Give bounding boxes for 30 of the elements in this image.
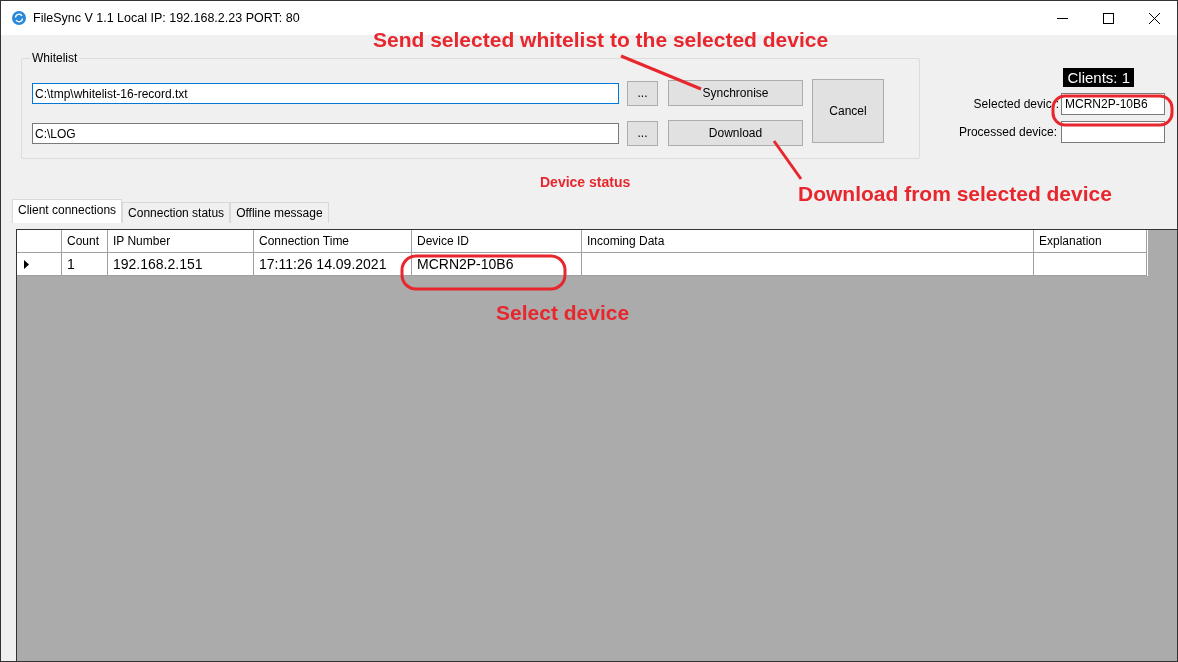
window-title: FileSync V 1.1 Local IP: 192.168.2.23 PORT: 80 bbox=[33, 11, 300, 25]
field-label: Selected devic bbox=[973, 97, 1052, 111]
device-status: Device status bbox=[540, 174, 631, 192]
tab[interactable]: Connection status bbox=[122, 202, 231, 223]
table-cell: 1 bbox=[62, 253, 108, 276]
tab[interactable]: Client connections bbox=[12, 199, 123, 223]
annotation-text: Send selected whitelist to the selected device bbox=[373, 28, 829, 52]
action-button[interactable]: Download bbox=[668, 120, 803, 146]
browse-button[interactable]: ... bbox=[627, 80, 658, 106]
row-header[interactable] bbox=[17, 253, 62, 276]
current-row-icon bbox=[24, 259, 29, 269]
clients-count: Clients: 1 bbox=[1063, 68, 1134, 87]
group-label: Whitelist bbox=[30, 51, 80, 65]
table-cell: 192.168.2.151 bbox=[108, 253, 254, 276]
browse-button[interactable]: ... bbox=[627, 120, 658, 146]
annotation-text: Download from selected device bbox=[798, 182, 1112, 206]
colon-label: : bbox=[1055, 97, 1059, 111]
cancel-button[interactable]: Cancel bbox=[812, 79, 884, 143]
maximize-icon bbox=[1102, 12, 1114, 24]
path-field[interactable]: C:\tmp\whitelist-16-record.txt bbox=[32, 82, 619, 104]
table-cell: MCRN2P-10B6 bbox=[412, 253, 582, 276]
close-icon bbox=[1148, 12, 1160, 24]
field-label: Processed device: bbox=[958, 125, 1057, 139]
app-icon bbox=[12, 11, 26, 25]
table-cell: 17:11:26 14.09.2021 bbox=[254, 253, 412, 276]
path-field[interactable]: C:\LOG bbox=[32, 122, 619, 144]
device-field[interactable] bbox=[1061, 121, 1165, 143]
annotation-text: Select device bbox=[496, 301, 630, 325]
action-button[interactable]: Synchronise bbox=[668, 80, 803, 106]
tab[interactable]: Offline message bbox=[230, 202, 329, 223]
